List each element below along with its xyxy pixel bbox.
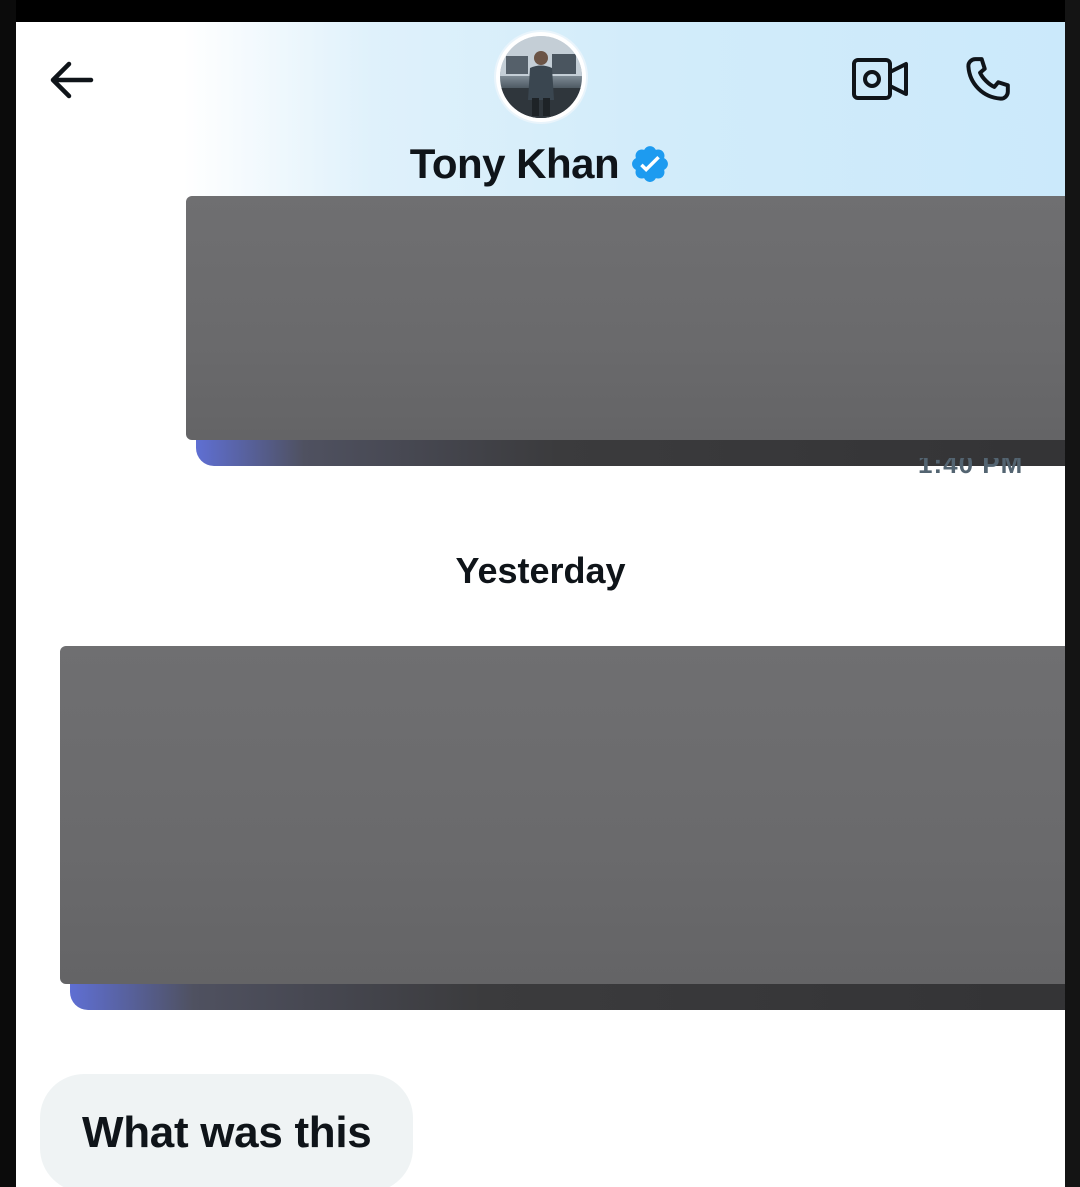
day-divider: Yesterday	[455, 550, 626, 591]
message-text: What was this	[82, 1108, 372, 1157]
contact-name-row[interactable]: Tony Khan	[16, 140, 1065, 188]
video-call-icon	[850, 54, 910, 109]
received-message-bubble[interactable]: What was this	[40, 1074, 414, 1187]
screen-frame-right	[1065, 0, 1080, 1187]
redacted-message-2	[60, 646, 1065, 1010]
redacted-message-1	[186, 196, 1065, 466]
contact-name: Tony Khan	[409, 140, 620, 187]
conversation-screen: Tony Khan 1:40 PM Yesterday What was thi…	[16, 22, 1065, 1187]
redaction-shadow	[70, 984, 1065, 1010]
arrow-left-icon	[45, 58, 95, 107]
back-button[interactable]	[44, 56, 96, 108]
phone-icon	[960, 51, 1016, 112]
screen-frame-left	[0, 0, 16, 1187]
profile-photo	[500, 36, 582, 118]
avatar[interactable]	[496, 32, 586, 122]
verified-badge-icon	[629, 143, 671, 185]
video-call-button[interactable]	[848, 52, 912, 110]
message-timestamp: 1:40 PM	[918, 458, 1024, 478]
conversation-header: Tony Khan	[16, 22, 1065, 198]
voice-call-button[interactable]	[956, 52, 1020, 110]
status-bar	[0, 0, 1080, 22]
